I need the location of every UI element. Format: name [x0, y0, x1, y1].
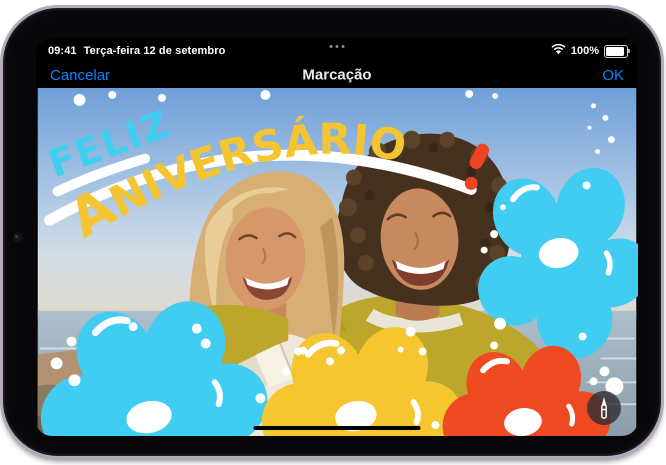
photo-canvas[interactable]: FELIZ ANIVERSÁRIO — [36, 88, 638, 436]
ipad-device-frame: 09:41 Terça-feira 12 de setembro 100% — [0, 5, 664, 459]
ipad-screen: 09:41 Terça-feira 12 de setembro 100% — [36, 38, 638, 436]
front-camera — [12, 232, 23, 243]
photo-scene: FELIZ ANIVERSÁRIO — [36, 88, 638, 436]
cancel-button[interactable]: Cancelar — [50, 67, 110, 84]
battery-icon — [604, 45, 628, 58]
battery-percent: 100% — [571, 45, 599, 57]
screenshot-stage: 09:41 Terça-feira 12 de setembro 100% — [0, 0, 666, 465]
multitask-indicator[interactable] — [330, 45, 345, 48]
home-indicator[interactable] — [254, 426, 421, 430]
clock: 09:41 — [48, 45, 77, 57]
markup-tools-button[interactable] — [587, 391, 621, 425]
wifi-icon — [551, 44, 566, 58]
status-bar: 09:41 Terça-feira 12 de setembro 100% — [36, 38, 638, 62]
markup-pen-icon — [596, 396, 612, 420]
markup-toolbar: Cancelar Marcação OK — [36, 62, 638, 88]
ok-button[interactable]: OK — [602, 67, 624, 84]
date: Terça-feira 12 de setembro — [84, 45, 226, 57]
page-title: Marcação — [302, 67, 371, 84]
